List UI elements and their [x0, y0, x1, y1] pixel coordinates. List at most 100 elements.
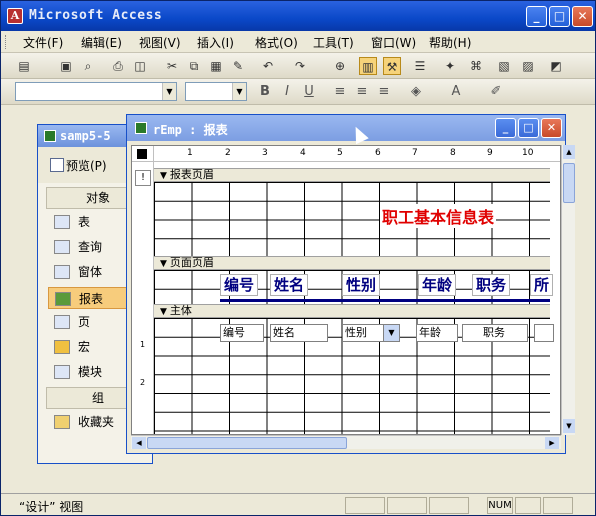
menu-window[interactable]: 窗口(W)	[371, 34, 416, 51]
line-color-icon[interactable]: ✐	[487, 83, 505, 101]
report-title-label[interactable]: 职工基本信息表	[380, 204, 497, 228]
sorting-grouping-icon[interactable]: ☰	[411, 57, 429, 75]
build-icon[interactable]: ✦	[441, 57, 459, 75]
cut-icon[interactable]: ✂	[163, 57, 181, 75]
font-color-icon[interactable]: A	[447, 83, 465, 101]
object-label: 收藏夹	[78, 415, 115, 429]
chevron-down-icon: ▼	[232, 83, 246, 100]
bold-icon[interactable]: B	[256, 83, 274, 101]
vertical-scrollbar[interactable]: ▲ ▼	[561, 145, 575, 435]
header-label-id[interactable]: 编号	[220, 274, 259, 296]
status-cell	[387, 497, 427, 514]
maximize-button[interactable]: □	[549, 6, 570, 27]
menu-file[interactable]: 文件(F)	[23, 34, 63, 51]
new-object-icon[interactable]: ◩	[547, 57, 565, 75]
ruler-number: 2	[140, 378, 146, 387]
object-combo[interactable]: ▼	[15, 82, 177, 101]
print-preview-icon[interactable]: ◫	[131, 57, 149, 75]
preview-label: 预览(P)	[66, 159, 107, 173]
close-button[interactable]: ✕	[572, 6, 593, 27]
toolbox-icon[interactable]: ⚒	[383, 57, 401, 75]
scroll-left-icon[interactable]: ◀	[132, 437, 146, 449]
header-label-gender[interactable]: 性别	[342, 274, 381, 296]
report-window-title: rEmp : 报表	[153, 123, 228, 137]
menu-tools[interactable]: 工具(T)	[313, 34, 354, 51]
detail-field-age[interactable]: 年龄	[416, 324, 458, 342]
form-icon	[54, 265, 70, 279]
report-header-selector-icon[interactable]: !	[135, 170, 151, 186]
detail-bar[interactable]: ▼ 主体	[154, 304, 550, 318]
view-icon[interactable]: ▤	[15, 57, 33, 75]
scroll-up-icon[interactable]: ▲	[563, 145, 575, 159]
chevron-down-icon: ▼	[162, 83, 176, 100]
section-arrow-icon: ▼	[160, 259, 167, 269]
object-label: 表	[78, 215, 91, 229]
access-key-icon: A	[7, 8, 23, 24]
database-icon	[44, 130, 56, 142]
menu-view[interactable]: 视图(V)	[139, 34, 181, 51]
scroll-thumb[interactable]	[563, 163, 575, 203]
format-painter-icon[interactable]: ✎	[229, 57, 247, 75]
copy-icon[interactable]: ⧉	[185, 57, 203, 75]
detail-field-gender-text: 性别	[345, 326, 367, 339]
ruler-number: 1	[187, 148, 193, 158]
save-icon[interactable]: ▣	[57, 57, 75, 75]
status-cell	[515, 497, 541, 514]
code-icon[interactable]: ⌘	[467, 57, 485, 75]
properties-icon[interactable]: ▧	[495, 57, 513, 75]
maximize-button[interactable]: □	[518, 118, 539, 138]
scroll-thumb[interactable]	[147, 437, 347, 449]
menu-edit[interactable]: 编辑(E)	[81, 34, 122, 51]
align-right-icon[interactable]: ≡	[375, 83, 393, 101]
report-header-bar[interactable]: ▼ 报表页眉	[154, 168, 550, 182]
minimize-button[interactable]: _	[495, 118, 516, 138]
database-window-title: samp5-5	[60, 129, 111, 143]
horizontal-scrollbar[interactable]: ◀ ▶	[131, 435, 561, 449]
align-left-icon[interactable]: ≡	[331, 83, 349, 101]
header-label-position[interactable]: 职务	[472, 274, 511, 296]
database-window-icon[interactable]: ▨	[519, 57, 537, 75]
font-combo[interactable]: ▼	[185, 82, 247, 101]
menu-grip	[5, 35, 8, 49]
status-cell	[543, 497, 573, 514]
redo-icon[interactable]: ↷	[291, 57, 309, 75]
report-design-canvas[interactable]: 1 2 3 4 5 6 7 8 9 10 ! 1 2 ▼ 报表页眉 职工基本信息表…	[131, 145, 561, 435]
report-selector[interactable]	[132, 146, 154, 162]
close-button[interactable]: ✕	[541, 118, 562, 138]
section-arrow-icon: ▼	[160, 307, 167, 317]
align-center-icon[interactable]: ≡	[353, 83, 371, 101]
report-view-icon[interactable]: ▥	[359, 57, 377, 75]
header-label-department[interactable]: 所	[530, 274, 554, 296]
print-icon[interactable]: ⎙	[109, 57, 127, 75]
menu-insert[interactable]: 插入(I)	[197, 34, 234, 51]
detail-field-department[interactable]	[534, 324, 554, 342]
field-list-icon[interactable]: ⊕	[331, 57, 349, 75]
menu-format[interactable]: 格式(O)	[255, 34, 298, 51]
menu-help[interactable]: 帮助(H)	[429, 34, 471, 51]
header-label-age[interactable]: 年龄	[418, 274, 457, 296]
status-bar: “设计” 视图 NUM	[1, 493, 595, 515]
report-window-title-bar[interactable]: rEmp : 报表 _ □ ✕	[127, 115, 565, 141]
header-underline[interactable]	[220, 299, 550, 302]
detail-field-id[interactable]: 编号	[220, 324, 264, 342]
app-title: Microsoft Access	[29, 8, 163, 23]
vertical-ruler[interactable]: ! 1 2	[132, 162, 154, 434]
paste-icon[interactable]: ▦	[207, 57, 225, 75]
detail-field-name[interactable]: 姓名	[270, 324, 328, 342]
fill-color-icon[interactable]: ◈	[407, 83, 425, 101]
search-icon[interactable]: ⌕	[79, 57, 97, 75]
scroll-down-icon[interactable]: ▼	[563, 419, 575, 433]
table-icon	[54, 215, 70, 229]
header-label-name[interactable]: 姓名	[270, 274, 309, 296]
italic-icon[interactable]: I	[278, 83, 296, 101]
underline-icon[interactable]: U	[300, 83, 318, 101]
detail-field-gender[interactable]: 性别 ▼	[342, 324, 400, 342]
horizontal-ruler[interactable]: 1 2 3 4 5 6 7 8 9 10	[154, 146, 560, 162]
page-header-bar[interactable]: ▼ 页面页眉	[154, 256, 550, 270]
detail-field-position[interactable]: 职务	[462, 324, 528, 342]
object-label: 窗体	[78, 265, 103, 279]
preview-button[interactable]: 预览(P)	[50, 157, 107, 174]
undo-icon[interactable]: ↶	[259, 57, 277, 75]
scroll-right-icon[interactable]: ▶	[545, 437, 559, 449]
minimize-button[interactable]: _	[526, 6, 547, 27]
